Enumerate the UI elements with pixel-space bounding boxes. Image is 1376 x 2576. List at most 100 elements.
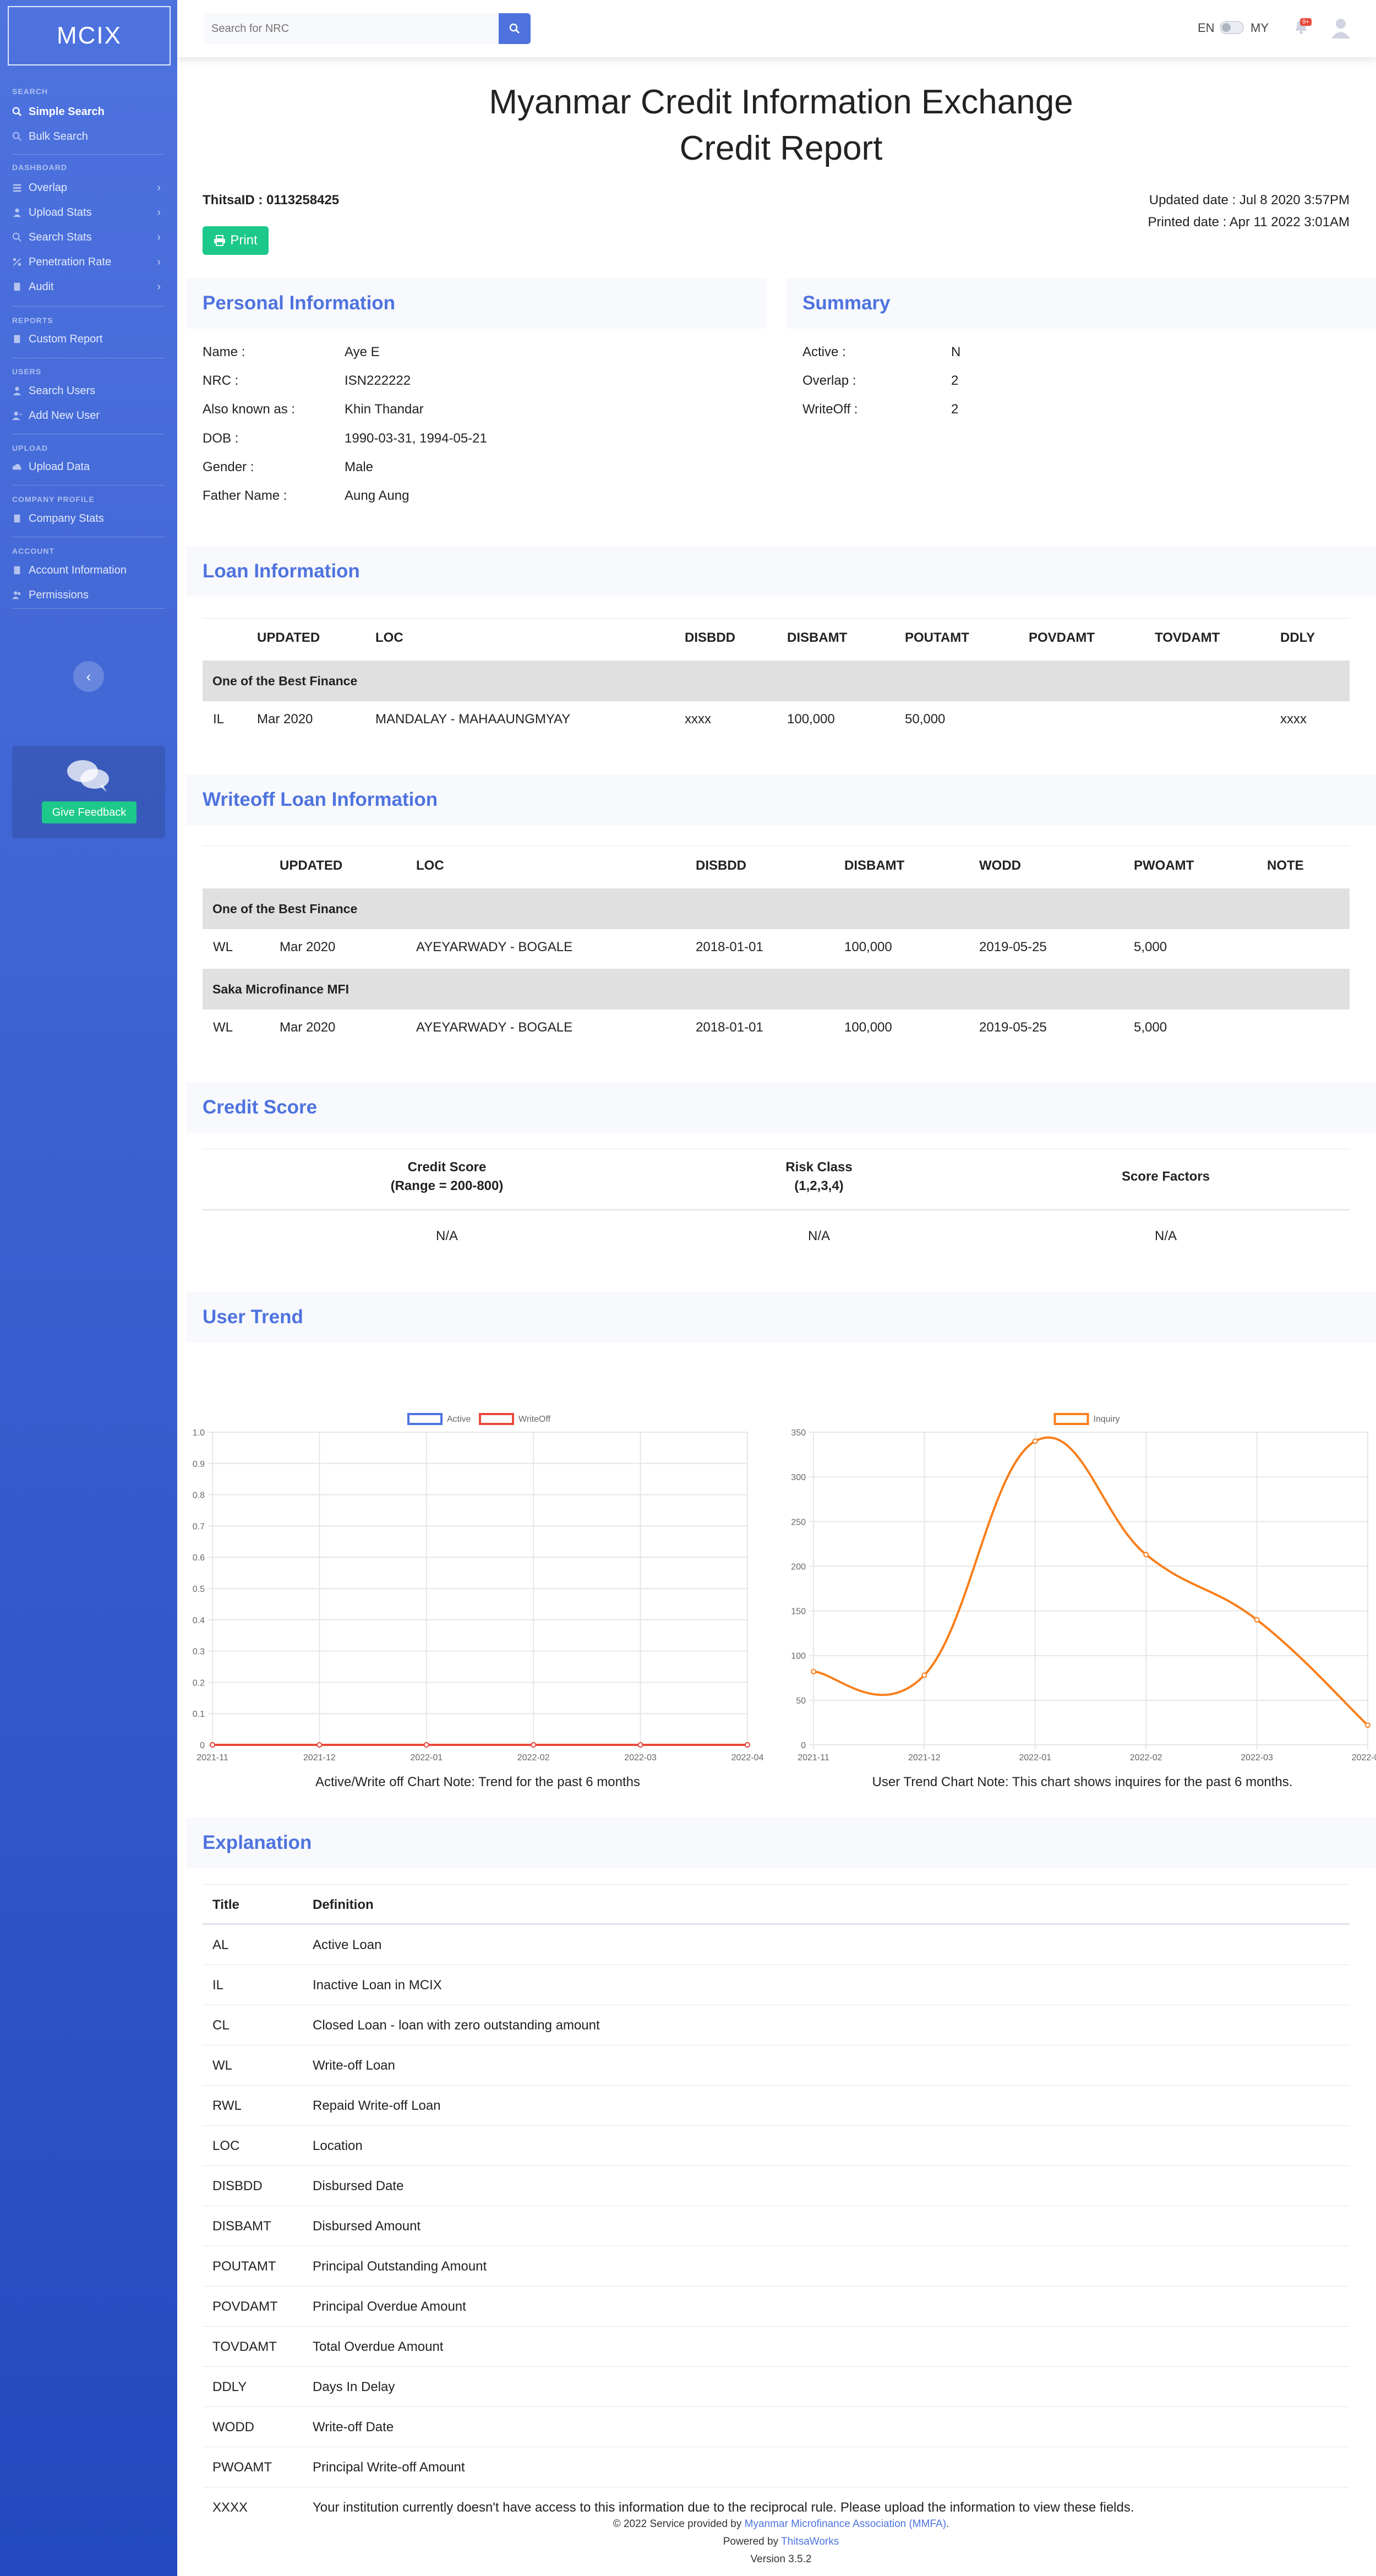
explanation-row: POUTAMT Principal Outstanding Amount xyxy=(203,2246,1350,2286)
legend-label: Inquiry xyxy=(1094,1415,1120,1424)
explanation-row: RWL Repaid Write-off Loan xyxy=(203,2085,1350,2125)
score-factors-header: Score Factors xyxy=(1121,1169,1210,1184)
report-subtitle: Credit Report xyxy=(679,129,883,167)
language-toggle[interactable] xyxy=(1220,21,1244,34)
column-header: TOVDAMT xyxy=(1155,630,1220,645)
table-cell: 5,000 xyxy=(1134,1020,1167,1035)
x-tick-label: 2022-04 xyxy=(731,1753,764,1762)
y-tick-label: 0.5 xyxy=(193,1585,205,1594)
list-icon xyxy=(13,184,21,192)
explanation-term: POVDAMT xyxy=(212,2299,278,2314)
inquiry-trend-chart: 0 50 100 150 200 250 300 350 2021-11 2021-12 2022-… xyxy=(791,1413,1376,1762)
explanation-row: POVDAMT Principal Overdue Amount xyxy=(203,2286,1350,2326)
column-header: DISBAMT xyxy=(844,858,905,873)
sidebar-item-label: Penetration Rate xyxy=(29,255,112,268)
x-tick-label: 2022-02 xyxy=(1130,1753,1162,1762)
explanation-term: CL xyxy=(212,2018,230,2033)
field-value: Male xyxy=(345,460,374,474)
user-icon xyxy=(13,386,21,396)
sidebar-item-search-stats[interactable]: Search Stats › xyxy=(12,227,165,247)
column-header: DISBAMT xyxy=(787,630,848,645)
sidebar-item-penetration-rate[interactable]: Penetration Rate › xyxy=(12,252,165,272)
users-icon xyxy=(12,591,21,599)
sidebar-item-upload-stats[interactable]: Upload Stats › xyxy=(12,203,165,222)
data-point xyxy=(1032,1438,1038,1444)
data-point xyxy=(210,1742,215,1748)
search-input[interactable] xyxy=(204,13,499,44)
column-header: NOTE xyxy=(1267,858,1304,873)
thitsaworks-link[interactable]: ThitsaWorks xyxy=(781,2536,839,2547)
explanation-title: Explanation xyxy=(203,1832,312,1853)
mmfa-link[interactable]: Myanmar Microfinance Association (MMFA) xyxy=(745,2518,946,2530)
explanation-definition: Location xyxy=(313,2138,363,2153)
field-value: Khin Thandar xyxy=(345,402,424,417)
search-button[interactable] xyxy=(499,13,531,44)
writeoff-header: Writeoff Loan Information xyxy=(186,774,1376,825)
sidebar-heading-company: COMPANY PROFILE xyxy=(12,495,95,504)
divider xyxy=(203,1209,1350,1210)
column-header: DISBDD xyxy=(685,630,736,645)
sidebar-item-company-stats[interactable]: Company Stats xyxy=(12,509,165,528)
sidebar-item-upload-data[interactable]: Upload Data xyxy=(12,457,165,477)
sidebar-toggle-button[interactable]: ‹ xyxy=(73,661,104,692)
explanation-term: RWL xyxy=(212,2098,242,2113)
x-tick-label: 2022-04 xyxy=(1352,1753,1376,1762)
footer-suffix: . xyxy=(946,2518,949,2530)
credit-score-col1-line1: Credit Score xyxy=(407,1160,487,1175)
sidebar-item-custom-report[interactable]: Custom Report xyxy=(12,329,165,349)
explanation-term: AL xyxy=(212,1938,229,1952)
sidebar-item-overlap[interactable]: Overlap › xyxy=(12,178,165,198)
footer-prefix: © 2022 Service provided by xyxy=(613,2518,742,2530)
x-tick-label: 2021-12 xyxy=(908,1753,941,1762)
sidebar-item-bulk-search[interactable]: Bulk Search xyxy=(12,127,165,146)
percent-icon xyxy=(13,258,21,266)
sidebar-item-label: Permissions xyxy=(29,588,89,601)
explanation-row: LOC Location xyxy=(203,2125,1350,2165)
user-avatar-icon[interactable] xyxy=(1330,17,1352,39)
sidebar-item-permissions[interactable]: Permissions xyxy=(12,585,165,605)
table-cell: Mar 2020 xyxy=(257,712,313,727)
credit-score-col1-line2: (Range = 200-800) xyxy=(390,1178,504,1193)
y-tick-label: 0.3 xyxy=(193,1647,205,1657)
sidebar-item-add-new-user[interactable]: Add New User xyxy=(12,406,165,425)
explanation-definition: Disbursed Date xyxy=(313,2179,404,2193)
legend-swatch xyxy=(1053,1413,1089,1425)
personal-info-title: Personal Information xyxy=(203,292,396,314)
footer-version: Version 3.5.2 xyxy=(750,2553,812,2565)
explanation-term: DISBAMT xyxy=(212,2219,271,2234)
building-icon xyxy=(14,514,20,523)
sidebar-item-account-information[interactable]: Account Information xyxy=(12,560,165,580)
sidebar-item-audit[interactable]: Audit › xyxy=(12,277,165,297)
explanation-definition: Closed Loan - loan with zero outstanding… xyxy=(313,2018,600,2033)
print-button[interactable]: Print xyxy=(203,226,269,255)
chevron-right-icon: › xyxy=(157,256,161,268)
risk-class-column-header: Risk Class (1,2,3,4) xyxy=(736,1158,902,1196)
table-cell: 2019-05-25 xyxy=(979,940,1047,954)
y-tick-label: 0.9 xyxy=(193,1460,205,1469)
field-label: Overlap : xyxy=(802,373,856,388)
table-cell: 100,000 xyxy=(844,1020,892,1035)
credit-score-value: N/A xyxy=(435,1229,458,1243)
column-header: UPDATED xyxy=(280,858,343,873)
lender-group-row: One of the Best Finance xyxy=(203,661,1350,701)
explanation-definition: Principal Write-off Amount xyxy=(313,2460,465,2475)
lender-group-row: Saka Microfinance MFI xyxy=(203,969,1350,1009)
give-feedback-button[interactable]: Give Feedback xyxy=(42,801,136,823)
sidebar-item-label: Overlap xyxy=(29,181,68,194)
y-tick-label: 0.4 xyxy=(193,1616,205,1625)
sidebar-item-simple-search[interactable]: Simple Search xyxy=(12,102,165,122)
data-point xyxy=(1143,1552,1149,1558)
chevron-left-icon: ‹ xyxy=(86,668,91,685)
x-tick-label: 2022-01 xyxy=(410,1753,443,1762)
explanation-col-definition: Definition xyxy=(313,1897,374,1912)
footer-powered-prefix: Powered by xyxy=(723,2536,779,2547)
sidebar-item-search-users[interactable]: Search Users xyxy=(12,381,165,401)
lender-group-row: One of the Best Finance xyxy=(203,888,1350,929)
explanation-definition: Total Overdue Amount xyxy=(313,2339,444,2354)
explanation-row: DDLY Days In Delay xyxy=(203,2366,1350,2406)
data-point xyxy=(745,1742,750,1748)
updated-date: Updated date : Jul 8 2020 3:57PM xyxy=(1149,193,1350,208)
y-tick-label: 0.8 xyxy=(193,1491,205,1500)
field-value: ISN222222 xyxy=(345,373,411,388)
brand-logo[interactable]: MCIX xyxy=(8,6,171,66)
